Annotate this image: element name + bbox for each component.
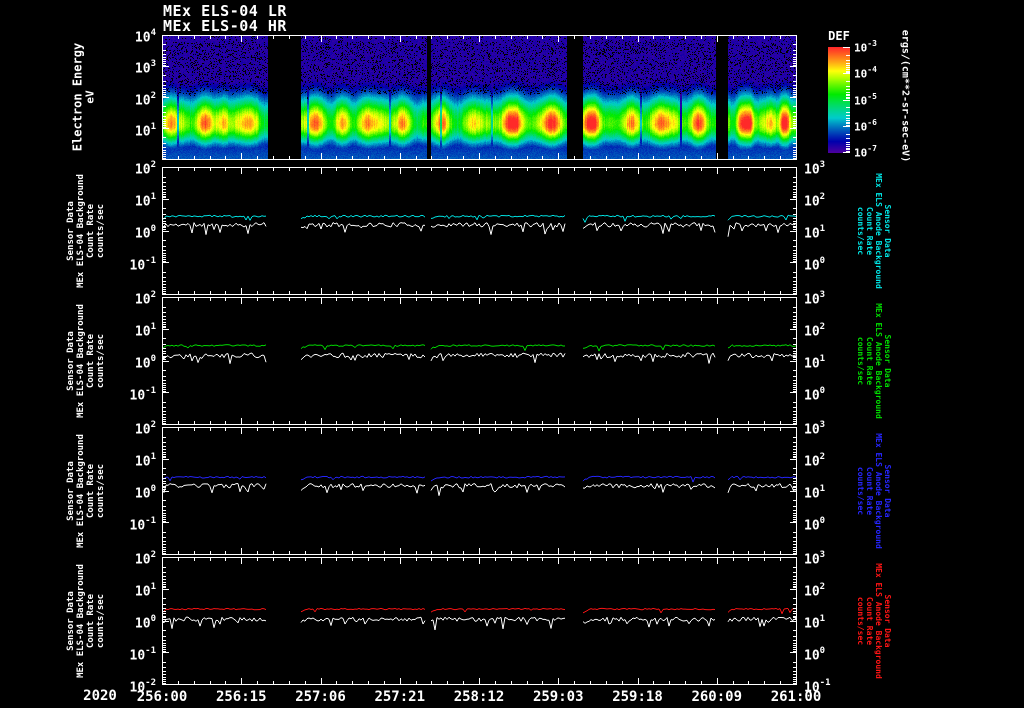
- line-panel-2-canvas: [162, 297, 797, 425]
- tick-label-10e2: 102: [134, 550, 156, 568]
- tick-label-10e3: 103: [804, 290, 826, 308]
- sensor-left-label-4-line: MEx ELS-04 Background: [76, 564, 86, 678]
- tick-label-10e1: 101: [134, 121, 156, 140]
- title-hr: MEx ELS-04 HR: [163, 17, 287, 35]
- tick-label-10e1: 101: [804, 484, 826, 502]
- tick-label-10e1: 101: [134, 192, 156, 210]
- x-tick-label: 259:18: [612, 689, 663, 705]
- x-tick-label: 257:06: [295, 689, 346, 705]
- tick-label-10e2: 102: [134, 90, 156, 108]
- line-panel-4-canvas: [162, 557, 797, 685]
- x-tick-label: 260:09: [691, 689, 743, 705]
- x-tick-label: 257:21: [374, 689, 426, 705]
- tick-label-10e2: 102: [804, 192, 826, 210]
- tick-label-10e3: 103: [134, 59, 156, 77]
- x-tick-label: 256:15: [215, 689, 267, 705]
- sensor-left-label-4: Sensor Data MEx ELS-04 Background Count Ra…: [66, 541, 106, 701]
- tick-label-10e0: 100: [134, 484, 156, 502]
- sensor-right-label-4-line: Count Rate: [865, 596, 874, 646]
- tick-label-10e1: 101: [804, 224, 826, 242]
- tick-label-10e4: 104: [134, 28, 156, 46]
- x-tick-label: 258:12: [453, 689, 505, 705]
- tick-label-10e2: 102: [134, 290, 156, 308]
- plot-window: MEx ELS-04 LR MEx ELS-04 HR Electron Ene…: [0, 0, 1024, 708]
- sensor-left-label-4-line: counts/sec: [96, 593, 106, 649]
- tick-label-10e0: 100: [804, 516, 826, 534]
- line-panel-1-canvas: [162, 167, 797, 295]
- tick-label-10e0: 100: [804, 646, 826, 664]
- tick-label-10e0: 100: [804, 386, 826, 404]
- sensor-right-label-4-line: MEx ELS Anode Background: [874, 563, 883, 679]
- spectrogram-canvas: [162, 35, 797, 160]
- tick-label-10e-1: 10-1: [129, 516, 157, 534]
- tick-label-10e-3: 10-3: [854, 39, 877, 55]
- tick-label-10e0: 100: [134, 614, 156, 632]
- tick-label-10e3: 103: [804, 550, 826, 568]
- spectrogram-y-axis-label: Electron Energy eV: [71, 43, 97, 151]
- ev-units-label: eV: [83, 90, 97, 104]
- sensor-left-label-4-line: Sensor Data: [66, 591, 76, 651]
- tick-label-10e2: 102: [134, 160, 156, 178]
- tick-label-10e2: 102: [804, 322, 826, 340]
- tick-label-10e-4: 10-4: [854, 65, 877, 81]
- tick-label-10e0: 100: [804, 256, 826, 274]
- sensor-left-label-4-line: Count Rate: [86, 593, 96, 649]
- tick-label-10e-1: 10-1: [129, 386, 157, 404]
- x-tick-label: 256:00: [136, 689, 188, 705]
- tick-label-10e2: 102: [804, 582, 826, 600]
- tick-label-10e0: 100: [134, 224, 156, 242]
- tick-label-10e1: 101: [134, 582, 156, 600]
- sensor-right-label-4-line: counts/sec: [856, 596, 865, 646]
- tick-label-10e2: 102: [804, 452, 826, 470]
- tick-label-10e-1: 10-1: [129, 646, 157, 664]
- tick-label-10e-6: 10-6: [854, 117, 877, 134]
- tick-label-10e2: 102: [134, 420, 156, 438]
- tick-label-10e-1: 10-1: [129, 256, 157, 274]
- line-panel-3-canvas: [162, 427, 797, 555]
- sensor-right-label-4-line: Sensor Data: [883, 594, 892, 648]
- x-tick-label: 259:03: [532, 689, 584, 705]
- tick-label-10e-5: 10-5: [854, 91, 877, 108]
- tick-label-10e3: 103: [804, 160, 826, 178]
- tick-label-10e1: 101: [804, 354, 826, 372]
- tick-label-10e1: 101: [134, 452, 156, 470]
- tick-label-10e1: 101: [804, 614, 826, 632]
- x-tick-label: 261:00: [770, 689, 822, 705]
- tick-label-10e1: 101: [134, 322, 156, 340]
- tick-label-10e0: 100: [134, 354, 156, 372]
- tick-label-10e3: 103: [804, 420, 826, 438]
- colorbar-title: DEF: [828, 29, 850, 43]
- sensor-right-label-4: Sensor Data MEx ELS Anode Background Count…: [856, 541, 892, 701]
